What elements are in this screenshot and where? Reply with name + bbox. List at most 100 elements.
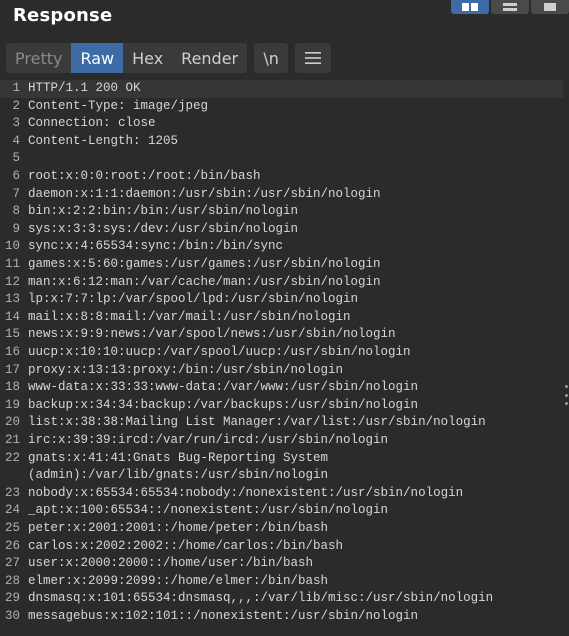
horizontal-view-button[interactable] bbox=[491, 0, 529, 14]
code-line[interactable]: 14 mail:x:8:8:mail:/var/mail:/usr/sbin/no… bbox=[0, 309, 563, 327]
split-view-icon bbox=[462, 3, 478, 11]
split-view-button[interactable] bbox=[451, 0, 489, 14]
code-line[interactable]: 13 lp:x:7:7:lp:/var/spool/lpd:/usr/sbin/n… bbox=[0, 291, 563, 309]
line-number: 23 bbox=[4, 485, 20, 500]
line-number: 6 bbox=[12, 169, 20, 183]
code-line[interactable]: 2 Content-Type: image/jpeg bbox=[0, 98, 563, 116]
line-number: 7 bbox=[12, 186, 20, 201]
tab-pretty[interactable]: Pretty bbox=[6, 43, 71, 73]
code-line[interactable]: 29 dnsmasq:x:101:65534:dnsmasq,,,:/var/li… bbox=[0, 590, 563, 608]
line-number: 2 bbox=[12, 98, 20, 113]
horizontal-view-icon bbox=[503, 3, 517, 11]
code-line[interactable]: 10 sync:x:4:65534:sync:/bin:/bin/sync bbox=[0, 238, 563, 256]
panel-title: Response bbox=[13, 5, 113, 26]
line-text: Connection: close bbox=[28, 116, 156, 131]
line-number: 26 bbox=[4, 538, 20, 553]
line-text: mail:x:8:8:mail:/var/mail:/usr/sbin/nolo… bbox=[28, 309, 351, 324]
line-text: (admin):/var/lib/gnats:/usr/sbin/nologin bbox=[28, 468, 329, 483]
line-text: lp:x:7:7:lp:/var/spool/lpd:/usr/sbin/nol… bbox=[28, 292, 359, 307]
code-line[interactable]: 8 bin:x:2:2:bin:/bin:/usr/sbin/nologin bbox=[0, 203, 563, 221]
single-view-icon bbox=[544, 3, 556, 11]
code-line[interactable]: 18 www-data:x:33:33:www-data:/var/www:/us… bbox=[0, 379, 563, 397]
line-number: 9 bbox=[12, 221, 20, 236]
code-line[interactable]: 22 gnats:x:41:41:Gnats Bug-Reporting Syst… bbox=[0, 450, 563, 468]
code-line[interactable]: 7 daemon:x:1:1:daemon:/usr/sbin:/usr/sbin… bbox=[0, 186, 563, 204]
code-line[interactable]: 24 _apt:x:100:65534::/nonexistent:/usr/sb… bbox=[0, 502, 563, 520]
code-line[interactable]: 28 elmer:x:2099:2099::/home/elmer:/bin/ba… bbox=[0, 573, 563, 591]
line-number: 3 bbox=[12, 116, 20, 131]
code-line[interactable]: 20 list:x:38:38:Mailing List Manager:/var… bbox=[0, 414, 563, 432]
code-line[interactable]: 25 peter:x:2001:2001::/home/peter:/bin/ba… bbox=[0, 520, 563, 538]
line-number: 28 bbox=[4, 573, 20, 588]
line-number: 1 bbox=[12, 81, 20, 95]
tab-render[interactable]: Render bbox=[172, 43, 247, 73]
response-editor[interactable]: 1 HTTP/1.1 200 OK 2 Content-Type: image/jpe… bbox=[0, 79, 569, 636]
line-text: man:x:6:12:man:/var/cache/man:/usr/sbin/… bbox=[28, 274, 381, 289]
code-line[interactable]: 5 bbox=[0, 150, 563, 168]
line-number: 13 bbox=[4, 292, 20, 307]
code-line[interactable]: 9 sys:x:3:3:sys:/dev:/usr/sbin/nologin bbox=[0, 221, 563, 239]
line-text: peter:x:2001:2001::/home/peter:/bin/bash bbox=[28, 521, 329, 535]
line-text: news:x:9:9:news:/var/spool/news:/usr/sbi… bbox=[28, 327, 396, 342]
line-text: messagebus:x:102:101::/nonexistent:/usr/… bbox=[28, 609, 419, 623]
tab-hex[interactable]: Hex bbox=[123, 43, 172, 73]
line-text: irc:x:39:39:ircd:/var/run/ircd:/usr/sbin… bbox=[28, 433, 389, 447]
line-number: 24 bbox=[4, 503, 20, 518]
layout-switcher bbox=[451, 0, 569, 14]
line-text: bin:x:2:2:bin:/bin:/usr/sbin/nologin bbox=[28, 204, 299, 219]
hamburger-menu-icon bbox=[305, 52, 322, 64]
code-line[interactable]: 17 proxy:x:13:13:proxy:/bin:/usr/sbin/nol… bbox=[0, 362, 563, 380]
code-line[interactable]: 6 root:x:0:0:root:/root:/bin/bash bbox=[0, 168, 563, 186]
line-text: uucp:x:10:10:uucp:/var/spool/uucp:/usr/s… bbox=[28, 345, 411, 359]
code-line[interactable]: 1 HTTP/1.1 200 OK bbox=[0, 80, 563, 98]
code-line[interactable]: 3 Connection: close bbox=[0, 115, 563, 133]
scrollbar-grip[interactable] bbox=[565, 385, 569, 405]
line-text: gnats:x:41:41:Gnats Bug-Reporting System bbox=[28, 450, 329, 465]
line-text: sys:x:3:3:sys:/dev:/usr/sbin/nologin bbox=[28, 221, 299, 236]
line-text: dnsmasq:x:101:65534:dnsmasq,,,:/var/lib/… bbox=[28, 591, 494, 606]
line-number: 15 bbox=[4, 327, 20, 342]
code-line[interactable]: 11 games:x:5:60:games:/usr/games:/usr/sbi… bbox=[0, 256, 563, 274]
code-line[interactable]: 23 nobody:x:65534:65534:nobody:/nonexiste… bbox=[0, 485, 563, 503]
line-number: 17 bbox=[4, 362, 20, 377]
code-line[interactable]: 27 user:x:2000:2000::/home/user:/bin/bash bbox=[0, 555, 563, 573]
line-text: sync:x:4:65534:sync:/bin:/bin/sync bbox=[28, 239, 284, 254]
line-number: 5 bbox=[12, 151, 20, 166]
single-view-button[interactable] bbox=[531, 0, 569, 14]
code-line[interactable]: 21 irc:x:39:39:ircd:/var/run/ircd:/usr/sb… bbox=[0, 432, 563, 450]
line-text: Content-Type: image/jpeg bbox=[28, 98, 209, 113]
options-menu-button[interactable] bbox=[295, 43, 332, 73]
line-number: 29 bbox=[4, 591, 20, 606]
line-number: 4 bbox=[12, 133, 20, 148]
line-number: 16 bbox=[4, 345, 20, 359]
code-line[interactable]: (admin):/var/lib/gnats:/usr/sbin/nologin bbox=[0, 467, 563, 485]
code-line[interactable]: 15 news:x:9:9:news:/var/spool/news:/usr/s… bbox=[0, 326, 563, 344]
line-number: 20 bbox=[4, 415, 20, 430]
line-number: 11 bbox=[4, 257, 20, 271]
code-line[interactable]: 19 backup:x:34:34:backup:/var/backups:/us… bbox=[0, 397, 563, 415]
line-number: 19 bbox=[4, 397, 20, 412]
line-text: list:x:38:38:Mailing List Manager:/var/l… bbox=[28, 415, 486, 430]
code-line[interactable]: 12 man:x:6:12:man:/var/cache/man:/usr/sbi… bbox=[0, 274, 563, 292]
line-text: games:x:5:60:games:/usr/games:/usr/sbin/… bbox=[28, 257, 381, 271]
line-text: elmer:x:2099:2099::/home/elmer:/bin/bash bbox=[28, 573, 329, 588]
line-number: 27 bbox=[4, 556, 20, 571]
code-line[interactable]: 26 carlos:x:2002:2002::/home/carlos:/bin/… bbox=[0, 538, 563, 556]
code-line[interactable]: 16 uucp:x:10:10:uucp:/var/spool/uucp:/usr… bbox=[0, 344, 563, 362]
line-text: carlos:x:2002:2002::/home/carlos:/bin/ba… bbox=[28, 538, 344, 553]
show-newlines-button[interactable]: \n bbox=[254, 43, 289, 73]
code-line[interactable]: 30 messagebus:x:102:101::/nonexistent:/us… bbox=[0, 608, 563, 626]
line-number: 8 bbox=[12, 204, 20, 219]
code-line[interactable]: 4 Content-Length: 1205 bbox=[0, 133, 563, 151]
line-text: user:x:2000:2000::/home/user:/bin/bash bbox=[28, 556, 314, 571]
line-text: nobody:x:65534:65534:nobody:/nonexistent… bbox=[28, 485, 464, 500]
tab-raw[interactable]: Raw bbox=[71, 43, 124, 73]
line-text: www-data:x:33:33:www-data:/var/www:/usr/… bbox=[28, 380, 419, 395]
line-number: 30 bbox=[4, 609, 20, 623]
line-text: proxy:x:13:13:proxy:/bin:/usr/sbin/nolog… bbox=[28, 362, 344, 377]
line-number: 22 bbox=[4, 450, 20, 465]
line-text: backup:x:34:34:backup:/var/backups:/usr/… bbox=[28, 397, 419, 412]
line-text: HTTP/1.1 200 OK bbox=[28, 81, 141, 95]
line-text: Content-Length: 1205 bbox=[28, 133, 179, 148]
view-tab-group: Pretty Raw Hex Render bbox=[6, 43, 248, 73]
